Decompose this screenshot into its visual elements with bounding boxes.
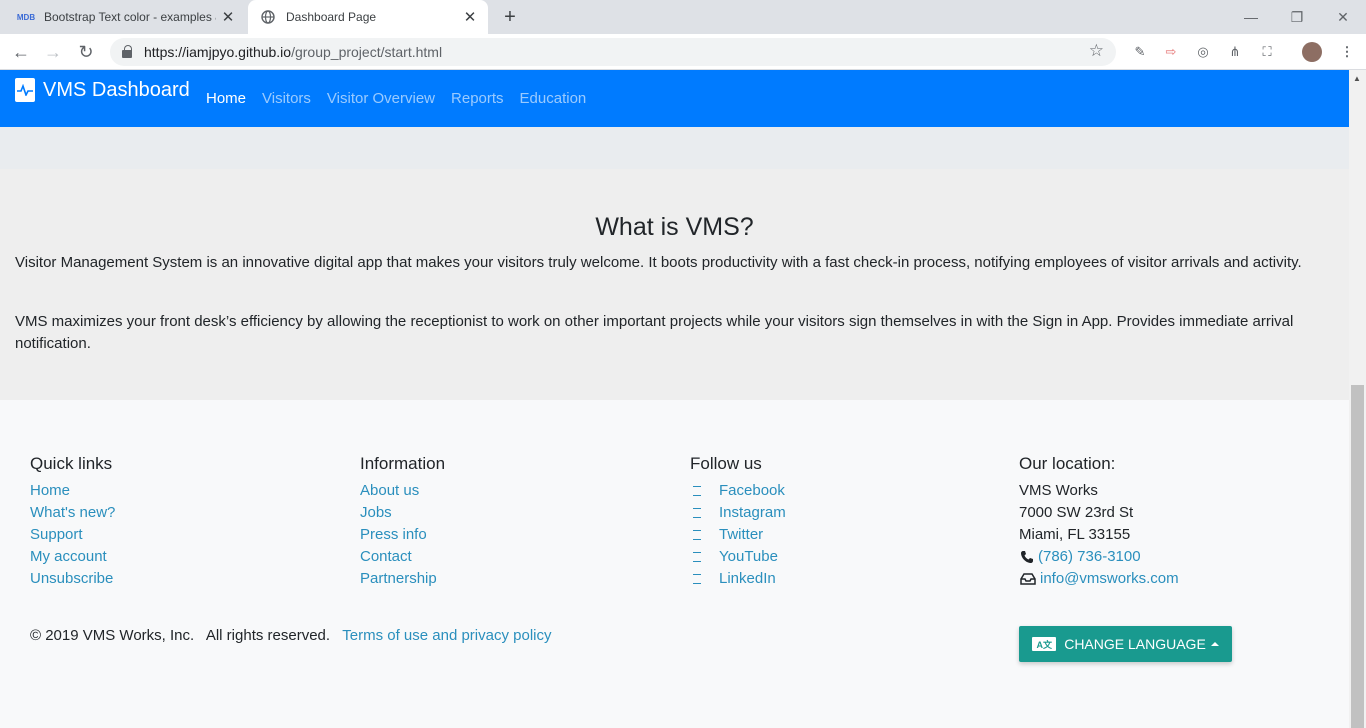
information-column: Information About us Jobs Press info Con… [360,454,660,590]
social-link-facebook[interactable]: Facebook [690,480,990,502]
about-section: What is VMS? Visitor Management System i… [0,169,1349,400]
social-label: YouTube [719,548,778,565]
profile-avatar[interactable] [1302,42,1322,62]
caret-up-icon [1210,642,1219,646]
email-row: info@vmsworks.com [1019,568,1319,590]
code-extension-icon[interactable]: ◎ [1193,42,1213,62]
url-host: https://iamjpyo.github.io [144,44,292,60]
instagram-icon [693,508,701,518]
nav-links: Home Visitors Visitor Overview Reports E… [206,90,602,107]
follow-us-column: Follow us Facebook Instagram Twitter You… [690,454,990,590]
extension-icon[interactable]: ⇨ [1161,42,1181,62]
footer-link-home[interactable]: Home [30,480,330,502]
tree-extension-icon[interactable]: ⋔ [1225,42,1245,62]
browser-tab-strip: MDB Bootstrap Text color - examples & ✕ … [0,0,1366,34]
footer-link-contact[interactable]: Contact [360,546,660,568]
terms-link[interactable]: Terms of use and privacy policy [342,627,551,644]
company-name: VMS Works [1019,482,1098,499]
information-title: Information [360,454,446,473]
scroll-up-arrow-icon[interactable]: ▲ [1353,74,1361,83]
nav-reports[interactable]: Reports [451,90,504,107]
browser-tab-active[interactable]: Dashboard Page ✕ [248,0,488,34]
email-link[interactable]: info@vmsworks.com [1040,568,1179,590]
footer-link-whats-new[interactable]: What's new? [30,502,330,524]
footer-link-my-account[interactable]: My account [30,546,330,568]
copyright: © 2019 VMS Works, Inc. All rights reserv… [30,627,552,644]
page-viewport: VMS Dashboard Home Visitors Visitor Over… [0,70,1366,728]
about-paragraph-2: VMS maximizes your front desk’s efficien… [15,313,1294,352]
location-title: Our location: [1019,454,1116,473]
phone-row: (786) 736-3100 [1019,546,1319,568]
browser-tab-inactive[interactable]: MDB Bootstrap Text color - examples & ✕ [8,0,246,34]
tab-title: Dashboard Page [286,10,377,24]
about-title: What is VMS? [595,213,754,241]
reload-icon[interactable]: ↻ [74,40,98,64]
change-language-button[interactable]: A文 CHANGE LANGUAGE [1019,626,1232,662]
youtube-icon [693,552,701,562]
nav-home[interactable]: Home [206,90,246,107]
footer-link-unsubscribe[interactable]: Unsubscribe [30,568,330,590]
lock-icon [122,45,132,58]
street-address: 7000 SW 23rd St [1019,504,1134,521]
footer-link-about-us[interactable]: About us [360,480,660,502]
mdb-favicon-icon: MDB [16,12,36,22]
tab-title: Bootstrap Text color - examples & [44,10,216,24]
footer-link-support[interactable]: Support [30,524,330,546]
brand[interactable]: VMS Dashboard [15,78,190,102]
page-scrollbar[interactable]: ▲ [1349,70,1366,728]
url-path: /group_project/start.html [291,44,443,60]
minimize-window-icon[interactable]: — [1228,0,1274,34]
screenshot-extension-icon[interactable]: ⛶ [1257,42,1277,62]
social-link-linkedin[interactable]: LinkedIn [690,568,990,590]
footer: Quick links Home What's new? Support My … [0,400,1349,728]
quick-links-title: Quick links [30,454,113,473]
footer-link-press-info[interactable]: Press info [360,524,660,546]
social-label: Twitter [719,526,764,543]
nav-visitors[interactable]: Visitors [262,90,311,107]
new-tab-button[interactable]: + [498,5,522,29]
globe-icon [260,9,276,25]
back-arrow-icon[interactable]: ← [9,40,33,64]
bookmark-star-icon[interactable]: ☆ [1089,41,1104,61]
social-link-instagram[interactable]: Instagram [690,502,990,524]
nav-visitor-overview[interactable]: Visitor Overview [327,90,435,107]
copyright-text: © 2019 VMS Works, Inc. All rights reserv… [30,627,331,644]
phone-link[interactable]: (786) 736-3100 [1038,546,1141,568]
about-paragraph-1: Visitor Management System is an innovati… [15,254,1302,271]
change-language-label: CHANGE LANGUAGE [1064,636,1206,652]
quick-links-column: Quick links Home What's new? Support My … [30,454,330,590]
social-label: Instagram [719,504,786,521]
restore-window-icon[interactable]: ❐ [1274,0,1320,34]
inbox-icon [1019,573,1036,585]
forward-arrow-icon[interactable]: → [41,40,65,64]
city-address: Miami, FL 33155 [1019,526,1131,543]
location-column: Our location: VMS Works 7000 SW 23rd St … [1019,454,1319,590]
footer-link-jobs[interactable]: Jobs [360,502,660,524]
close-tab-icon[interactable]: ✕ [458,8,482,26]
twitter-icon [693,530,701,540]
menu-kebab-icon[interactable]: ⋮ [1337,42,1357,62]
section-divider [0,127,1349,169]
facebook-icon [693,486,701,496]
phone-icon [1019,550,1034,564]
social-link-youtube[interactable]: YouTube [690,546,990,568]
social-link-twitter[interactable]: Twitter [690,524,990,546]
linkedin-icon [693,574,701,584]
scrollbar-thumb[interactable] [1351,385,1364,728]
translate-icon: A文 [1032,637,1057,651]
close-window-icon[interactable]: ✕ [1320,0,1366,34]
address-bar[interactable]: https://iamjpyo.github.io/group_project/… [110,38,1116,66]
social-label: Facebook [719,482,785,499]
browser-toolbar: ← → ↻ https://iamjpyo.github.io/group_pr… [0,34,1366,70]
footer-link-partnership[interactable]: Partnership [360,568,660,590]
nav-education[interactable]: Education [520,90,587,107]
social-label: LinkedIn [719,570,776,587]
pen-extension-icon[interactable]: ✎ [1130,42,1150,62]
follow-us-title: Follow us [690,454,762,473]
top-navbar: VMS Dashboard Home Visitors Visitor Over… [0,70,1349,127]
brand-text: VMS Dashboard [43,78,190,101]
heartbeat-file-icon [15,78,35,102]
close-tab-icon[interactable]: ✕ [216,8,240,26]
